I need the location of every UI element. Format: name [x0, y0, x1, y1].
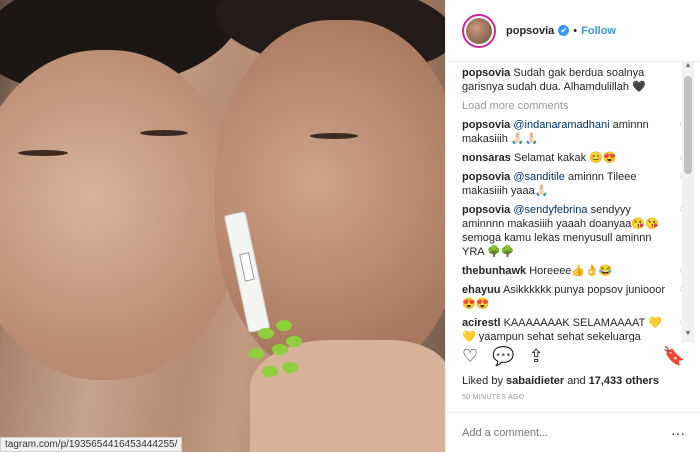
post-panel: popsovia ✔ • Follow popsovia Sudah gak b… — [445, 0, 700, 452]
comment-user[interactable]: ehayuu — [462, 284, 501, 296]
comment-mention[interactable]: @sanditile — [513, 171, 565, 183]
post-photo[interactable]: tagram.com/p/19356544164534442​55/ — [0, 0, 445, 452]
caption: popsovia Sudah gak berdua soalnya garisn… — [462, 66, 688, 94]
photo-detail — [0, 50, 240, 380]
post-header: popsovia ✔ • Follow — [446, 0, 700, 62]
verified-icon: ✔ — [558, 25, 570, 36]
likes-prefix: Liked by — [462, 375, 503, 387]
photo-detail — [310, 133, 358, 139]
comment-user[interactable]: thebunhawk — [462, 265, 526, 277]
likes-count[interactable]: 17,433 others — [589, 375, 659, 387]
comment-item: ehayuu Asikkkkkk punya popsov juniooor😍😍… — [462, 283, 688, 311]
comment-mention[interactable]: @indanaramadhani — [513, 119, 609, 131]
heart-icon[interactable]: ♡ — [462, 346, 478, 367]
comment-item: nonsaras Selamat kakak 😊😍♡ — [462, 151, 688, 165]
status-url: tagram.com/p/19356544164534442​55/ — [0, 437, 183, 452]
action-bar: ♡ 💬 ⇪ 🔖 — [462, 346, 685, 367]
scroll-thumb[interactable] — [684, 76, 692, 174]
comment-user[interactable]: acirestl — [462, 317, 501, 329]
more-options-icon[interactable]: ··· — [671, 425, 685, 441]
post-time[interactable]: 50 MINUTES AGO — [462, 394, 525, 401]
follow-button[interactable]: Follow — [581, 25, 616, 37]
scroll-up-icon[interactable]: ▲ — [682, 62, 694, 74]
comment-user[interactable]: popsovia — [462, 119, 510, 131]
comment-item: popsovia @sanditile aminnn Tileee makasi… — [462, 170, 688, 198]
comment-mention[interactable]: @sendyfebrina — [513, 204, 587, 216]
comment-user[interactable]: nonsaras — [462, 152, 511, 164]
scroll-down-icon[interactable]: ▼ — [682, 330, 694, 342]
avatar[interactable] — [462, 13, 496, 48]
bookmark-icon[interactable]: 🔖 — [663, 346, 685, 367]
comment-item: acirestl KAAAAAAAK SELAMAAAAT 💛💛 yaampun… — [462, 316, 688, 342]
username[interactable]: popsovia — [506, 25, 554, 37]
photo-detail — [140, 130, 188, 136]
comment-item: popsovia @indanaramadhani aminnn makasii… — [462, 118, 688, 146]
separator: • — [573, 24, 578, 37]
caption-user[interactable]: popsovia — [462, 67, 510, 79]
load-more-comments-button[interactable]: Load more comments — [462, 100, 688, 112]
comment-user[interactable]: popsovia — [462, 171, 510, 183]
comment-user[interactable]: popsovia — [462, 204, 510, 216]
comment-input[interactable] — [462, 426, 662, 439]
likes-middle: and — [567, 375, 586, 387]
comment-icon[interactable]: 💬 — [492, 346, 514, 367]
comment-text: Selamat kakak 😊😍 — [513, 152, 617, 164]
share-icon[interactable]: ⇪ — [529, 346, 544, 367]
plant-sprig — [248, 318, 308, 398]
likes-user[interactable]: sabaidieter — [506, 375, 564, 387]
comment-item: popsovia @sendyfebrina sendyyy aminnnn m… — [462, 203, 688, 259]
comment-text: Horeeee👍👌😂 — [529, 265, 613, 277]
likes-summary: Liked by sabaidieter and 17,433 others — [462, 375, 659, 387]
photo-detail — [18, 150, 68, 156]
comment-item: thebunhawk Horeeee👍👌😂♡ — [462, 264, 688, 278]
comment-box: ··· — [446, 412, 700, 452]
scrollbar[interactable]: ▲ ▼ — [682, 62, 694, 342]
comment-list[interactable]: popsovia Sudah gak berdua soalnya garisn… — [462, 66, 688, 342]
